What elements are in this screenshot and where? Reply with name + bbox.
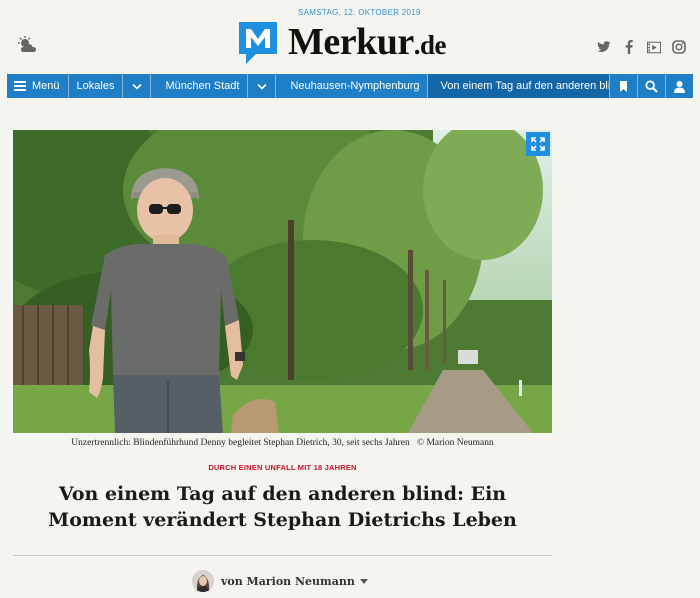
nav-item-lokales[interactable]: Lokales xyxy=(69,74,124,98)
author-name: von Marion Neumann xyxy=(221,574,355,588)
author-byline[interactable]: von Marion Neumann xyxy=(192,570,368,592)
nav-label: Neuhausen-Nymphenburg xyxy=(290,80,420,92)
nav-label: Lokales xyxy=(76,80,115,92)
bookmark-icon xyxy=(620,80,627,92)
logo-wordmark: Merkur xyxy=(288,21,414,63)
bookmark-button[interactable] xyxy=(609,74,637,98)
avatar xyxy=(192,570,214,592)
merkur-logo[interactable]: SAMSTAG, 12. OKTOBER 2019 Merkur.de xyxy=(236,8,476,68)
divider xyxy=(13,555,552,556)
account-button[interactable] xyxy=(665,74,693,98)
date-line: SAMSTAG, 12. OKTOBER 2019 xyxy=(298,8,421,17)
photo-credit: © Marion Neumann xyxy=(416,438,494,448)
nav-item-current-article[interactable]: Von einem Tag auf den anderen blind xyxy=(428,74,609,98)
image-caption: Unzertrennlich: Blindenführhund Denny be… xyxy=(13,438,552,448)
chevron-down-icon[interactable] xyxy=(123,74,152,98)
nav-item-neuhausen-nymphenburg[interactable]: Neuhausen-Nymphenburg xyxy=(276,74,429,98)
merkur-m-icon xyxy=(239,22,277,64)
search-button[interactable] xyxy=(637,74,665,98)
main-navigation: Menü Lokales München Stadt Neuhausen-Nym… xyxy=(7,74,693,98)
site-header: SAMSTAG, 12. OKTOBER 2019 Merkur.de xyxy=(0,0,700,72)
hamburger-icon xyxy=(14,81,26,91)
expand-image-button[interactable] xyxy=(526,132,550,156)
nav-label: Von einem Tag auf den anderen blind xyxy=(440,80,609,92)
social-links xyxy=(597,40,686,54)
partly-cloudy-icon[interactable] xyxy=(16,36,40,54)
logo-tld: .de xyxy=(413,30,447,60)
fullscreen-icon xyxy=(531,137,545,151)
search-icon xyxy=(645,79,658,93)
menu-label: Menü xyxy=(32,80,60,92)
caption-text: Unzertrennlich: Blindenführhund Denny be… xyxy=(71,438,410,448)
facebook-icon[interactable] xyxy=(622,40,636,54)
user-icon xyxy=(674,80,685,93)
nav-item-muenchen-stadt[interactable]: München Stadt xyxy=(151,74,249,98)
article-headline: Von einem Tag auf den anderen blind: Ein… xyxy=(48,483,517,531)
article-hero-image[interactable] xyxy=(13,130,552,433)
hero-photo xyxy=(13,130,552,433)
chevron-down-icon[interactable] xyxy=(248,74,277,98)
chevron-down-icon xyxy=(359,578,368,584)
video-icon[interactable] xyxy=(647,40,661,54)
instagram-icon[interactable] xyxy=(672,40,686,54)
menu-button[interactable]: Menü xyxy=(7,74,69,98)
article-kicker: DURCH EINEN UNFALL MIT 18 JAHREN xyxy=(208,463,357,472)
nav-label: München Stadt xyxy=(165,80,240,92)
twitter-icon[interactable] xyxy=(597,40,611,54)
